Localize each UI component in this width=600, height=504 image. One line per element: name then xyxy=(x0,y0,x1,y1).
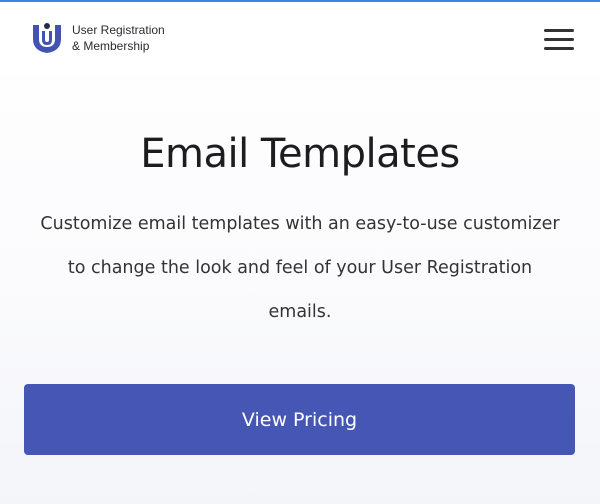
page-description: Customize email templates with an easy-t… xyxy=(40,214,560,322)
hamburger-bar xyxy=(544,47,574,50)
hamburger-menu-icon[interactable] xyxy=(544,28,576,52)
logo-line-2: & Membership xyxy=(72,39,150,53)
site-logo[interactable]: User Registration & Membership xyxy=(30,20,165,56)
view-pricing-button[interactable]: View Pricing xyxy=(24,384,575,455)
hamburger-bar xyxy=(544,29,574,32)
logo-line-1: User Registration xyxy=(72,23,165,37)
hamburger-bar xyxy=(544,38,574,41)
site-header: User Registration & Membership xyxy=(0,2,600,74)
ur-logo-icon xyxy=(33,23,61,53)
page-title: Email Templates xyxy=(140,131,460,177)
logo-text: User Registration & Membership xyxy=(72,22,165,54)
